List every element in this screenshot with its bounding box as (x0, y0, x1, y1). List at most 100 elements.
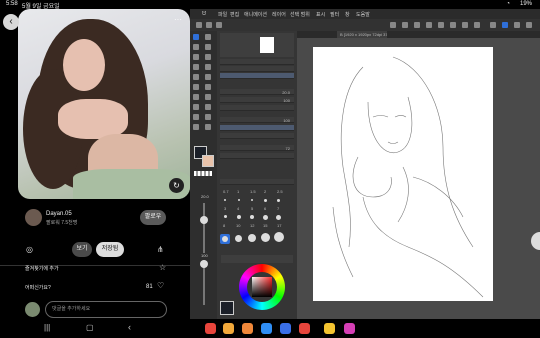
correct-line-tool-icon[interactable] (193, 124, 199, 130)
prop-row[interactable] (220, 153, 294, 159)
star-icon[interactable]: ☆ (159, 263, 166, 272)
flower-app-icon[interactable] (344, 323, 355, 334)
pen-tool-icon[interactable] (193, 34, 199, 40)
brush-tool-icon[interactable] (205, 44, 211, 50)
opacity-handle[interactable] (200, 260, 208, 268)
color-wheel[interactable] (239, 264, 285, 310)
select-all-icon[interactable] (450, 22, 456, 28)
prop-row[interactable]: 100 (220, 117, 294, 123)
brush-size-option[interactable]: 6 (264, 206, 266, 211)
toolbar-icon[interactable] (196, 22, 202, 28)
selection-tool-icon[interactable] (193, 74, 199, 80)
user-name[interactable]: Dayan.05 (46, 211, 72, 217)
share-icon-overlay[interactable]: ↻ (169, 178, 184, 193)
transparent-color-swatch[interactable] (194, 171, 212, 176)
figure-tool-icon[interactable] (205, 64, 211, 70)
menu-file[interactable]: 파일 (218, 11, 227, 18)
app-icon-red[interactable] (205, 323, 216, 334)
invert-icon[interactable] (462, 22, 468, 28)
pencil-tool-icon[interactable] (205, 34, 211, 40)
pin-photo[interactable]: ··· ↻ (18, 9, 190, 199)
brush-size-slider[interactable] (203, 203, 205, 253)
operation-tool-icon[interactable] (205, 124, 211, 130)
more-options-icon[interactable]: ··· (174, 15, 182, 24)
heart-icon[interactable]: ♡ (157, 281, 164, 290)
view-button[interactable]: 보기 (72, 242, 92, 257)
app-icon-orange[interactable] (242, 323, 253, 334)
settings-icon[interactable] (514, 22, 520, 28)
prop-row[interactable]: 20.0 (220, 89, 294, 95)
gradient-tool-icon[interactable] (193, 64, 199, 70)
brush-size-option[interactable]: 5 (251, 206, 253, 211)
saved-button[interactable]: 저장됨 (96, 242, 124, 257)
brush-size-option[interactable]: 12 (250, 223, 254, 228)
toolbar-icon[interactable] (216, 22, 222, 28)
menu-selection[interactable]: 선택 범위 (290, 11, 310, 18)
menu-window[interactable]: 창 (345, 11, 350, 18)
save-icon[interactable] (474, 22, 480, 28)
folder-app-icon[interactable] (223, 323, 234, 334)
menu-animation[interactable]: 애니메이션 (244, 11, 267, 18)
csp-logo-icon[interactable]: ᗢ (202, 11, 206, 17)
layer-row[interactable] (220, 66, 294, 72)
prop-row-selected[interactable] (220, 125, 294, 131)
youtube-app-icon[interactable] (299, 323, 310, 334)
avatar[interactable] (25, 209, 42, 226)
menu-help[interactable]: 도움말 (356, 11, 370, 18)
home-icon[interactable]: ▢ (86, 323, 94, 332)
layer-row[interactable] (220, 59, 294, 65)
clear-icon[interactable] (414, 22, 420, 28)
share-icon[interactable]: ⋔ (157, 245, 164, 254)
brush-size-option[interactable]: 10 (236, 223, 240, 228)
prop-row[interactable] (220, 133, 294, 139)
brush-size-option[interactable]: 2 (264, 189, 266, 194)
more-icon[interactable] (526, 22, 532, 28)
drive-app-icon[interactable] (324, 323, 335, 334)
brush-size-option[interactable]: 1.5 (250, 189, 256, 194)
brush-size-option[interactable]: 7 (277, 206, 279, 211)
zoom-tool-icon[interactable] (193, 94, 199, 100)
drawing-canvas[interactable] (313, 47, 493, 301)
toolbar-icon[interactable] (206, 22, 212, 28)
back-button[interactable]: ‹ (3, 14, 19, 30)
eyedropper-tool-icon[interactable] (205, 84, 211, 90)
comment-input[interactable]: 댓글을 추가하세요 (45, 301, 167, 318)
deselect-icon[interactable] (438, 22, 444, 28)
brush-size-option[interactable]: 2.5 (277, 189, 283, 194)
balloon-tool-icon[interactable] (205, 104, 211, 110)
brush-size-handle[interactable] (200, 216, 208, 224)
text-tool-icon[interactable] (193, 104, 199, 110)
redo-icon[interactable] (402, 22, 408, 28)
fill-tool-icon[interactable] (205, 54, 211, 60)
transform-icon[interactable] (426, 22, 432, 28)
saturation-square[interactable] (252, 277, 272, 297)
ruler-tool-icon[interactable] (205, 114, 211, 120)
brush-size-option[interactable]: 0.7 (223, 189, 229, 194)
brush-size-option[interactable]: 4 (237, 206, 239, 211)
prop-row[interactable] (220, 105, 294, 111)
layer-row-selected[interactable] (220, 73, 294, 79)
recent-apps-icon[interactable]: ||| (44, 323, 50, 332)
prop-row[interactable]: 72 (220, 145, 294, 151)
favorites-label[interactable]: 즐겨찾기에 추가 (25, 265, 59, 272)
app-icon-blue[interactable] (280, 323, 291, 334)
blend-tool-icon[interactable] (193, 54, 199, 60)
active-tool-icon[interactable] (502, 22, 508, 28)
move-tool-icon[interactable] (205, 74, 211, 80)
lasso-tool-icon[interactable] (193, 84, 199, 90)
frame-tool-icon[interactable] (193, 114, 199, 120)
menu-filter[interactable]: 필터 (330, 11, 339, 18)
hand-tool-icon[interactable] (205, 94, 211, 100)
whatsapp-icon[interactable]: ◎ (26, 245, 33, 254)
brush-size-option[interactable]: 1 (237, 189, 239, 194)
brush-size-option[interactable]: 3 (224, 206, 226, 211)
eraser-tool-icon[interactable] (193, 44, 199, 50)
menu-edit[interactable]: 편집 (230, 11, 239, 18)
sub-color-swatch[interactable] (202, 155, 214, 167)
canvas-tab[interactable]: B [1920 x 1920px 72dpi 37.7%] (337, 31, 387, 38)
messages-app-icon[interactable] (261, 323, 272, 334)
menu-layer[interactable]: 레이어 (272, 11, 286, 18)
back-nav-icon[interactable]: ‹ (128, 322, 131, 332)
menu-view[interactable]: 표시 (316, 11, 325, 18)
prop-row[interactable]: 100 (220, 97, 294, 103)
